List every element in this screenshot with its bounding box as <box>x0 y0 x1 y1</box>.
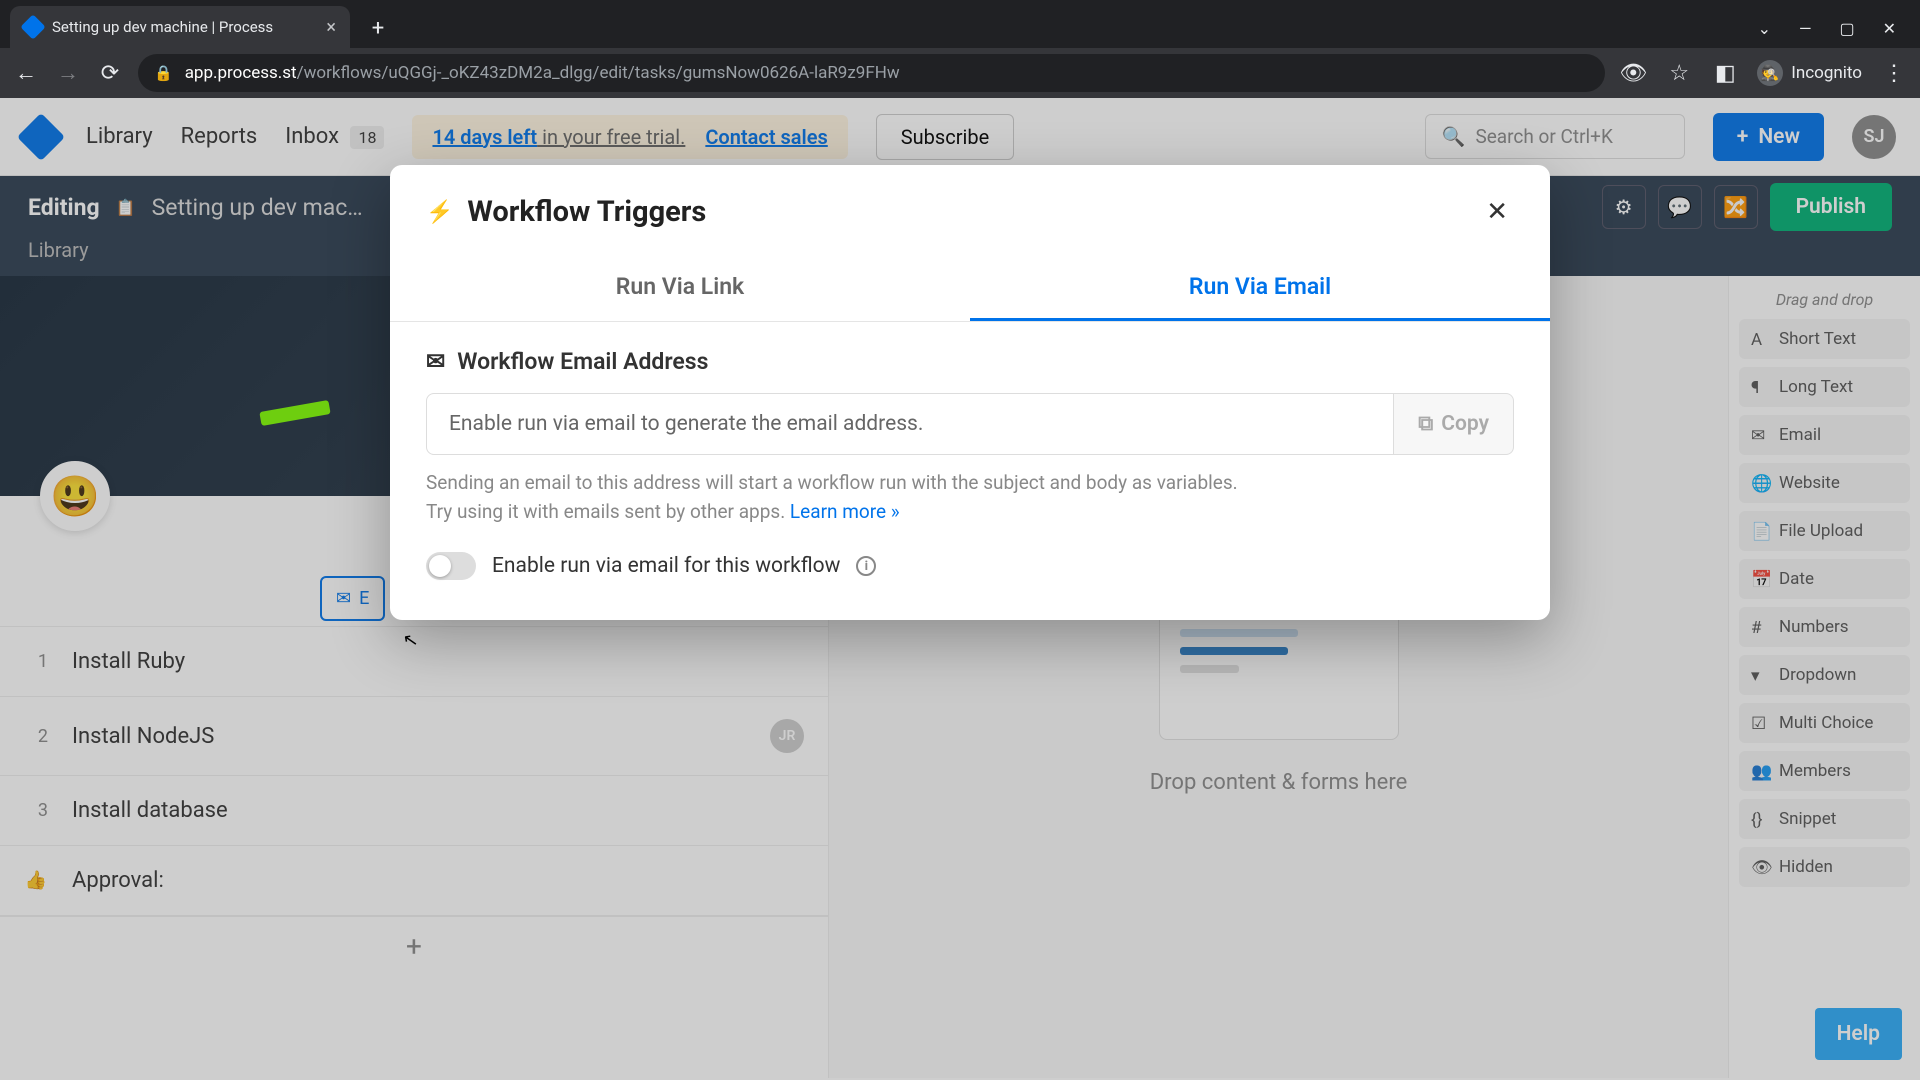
copy-icon: ⧉ <box>1418 412 1433 436</box>
close-window-icon[interactable]: ✕ <box>1883 19 1896 38</box>
reload-button[interactable]: ⟳ <box>96 61 124 86</box>
workflow-triggers-modal: ⚡ Workflow Triggers ✕ Run Via Link Run V… <box>390 165 1550 620</box>
new-tab-button[interactable]: + <box>362 12 394 44</box>
browser-toolbar: ← → ⟳ 🔒 app.process.st/workflows/uQGGj-_… <box>0 48 1920 98</box>
close-modal-button[interactable]: ✕ <box>1480 191 1514 233</box>
extensions-icon[interactable]: ◧ <box>1711 61 1739 86</box>
url-text: app.process.st/workflows/uQGGj-_oKZ43zDM… <box>185 63 900 83</box>
eye-off-icon[interactable]: 👁 <box>1619 61 1647 86</box>
maximize-icon[interactable]: ▢ <box>1839 19 1854 38</box>
lock-icon: 🔒 <box>154 64 173 82</box>
window-controls: ⌄ — ▢ ✕ <box>1758 19 1920 48</box>
envelope-icon: ✉ <box>426 348 445 375</box>
email-help-text: Sending an email to this address will st… <box>426 469 1514 526</box>
close-tab-icon[interactable]: × <box>326 17 336 38</box>
tab-run-via-email[interactable]: Run Via Email <box>970 255 1550 321</box>
email-section-header: ✉ Workflow Email Address <box>426 348 1514 375</box>
toggle-knob <box>429 555 451 577</box>
back-button[interactable]: ← <box>12 60 40 86</box>
incognito-icon: 🕵 <box>1757 60 1783 86</box>
incognito-badge[interactable]: 🕵 Incognito <box>1757 60 1862 86</box>
learn-more-link[interactable]: Learn more » <box>790 500 900 523</box>
bookmark-star-icon[interactable]: ☆ <box>1665 61 1693 86</box>
workflow-email-input[interactable]: Enable run via email to generate the ema… <box>426 393 1394 455</box>
forward-button: → <box>54 60 82 86</box>
browser-tab-strip: Setting up dev machine | Process × + ⌄ —… <box>0 0 1920 48</box>
toggle-label: Enable run via email for this workflow <box>492 554 840 578</box>
address-bar[interactable]: 🔒 app.process.st/workflows/uQGGj-_oKZ43z… <box>138 54 1605 92</box>
minimize-icon[interactable]: — <box>1799 19 1812 38</box>
modal-title: Workflow Triggers <box>467 195 706 229</box>
enable-run-via-email-toggle[interactable] <box>426 552 476 580</box>
chevron-down-icon[interactable]: ⌄ <box>1758 19 1771 38</box>
browser-tab[interactable]: Setting up dev machine | Process × <box>10 6 350 48</box>
favicon <box>20 14 45 39</box>
tab-title: Setting up dev machine | Process <box>52 18 326 36</box>
modal-tabs: Run Via Link Run Via Email <box>390 255 1550 322</box>
kebab-menu-icon[interactable]: ⋮ <box>1880 61 1908 86</box>
info-icon[interactable]: i <box>856 556 876 576</box>
copy-button[interactable]: ⧉ Copy <box>1394 393 1514 455</box>
lightning-icon: ⚡ <box>426 200 453 225</box>
tab-run-via-link[interactable]: Run Via Link <box>390 255 970 321</box>
